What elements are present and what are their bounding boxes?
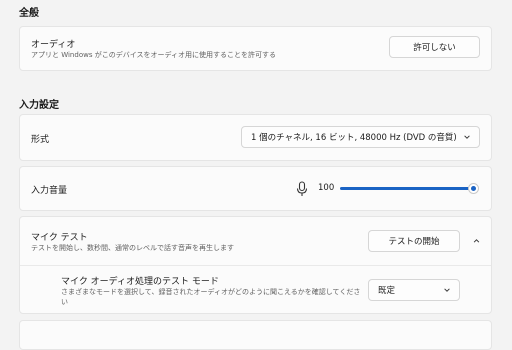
- chevron-up-icon[interactable]: [472, 237, 481, 245]
- volume-slider-track[interactable]: [340, 187, 473, 190]
- general-section-title: 全般: [19, 8, 39, 19]
- chevron-down-icon: [444, 288, 450, 292]
- format-label: 形式: [31, 135, 50, 145]
- mic-test-divider: [20, 265, 491, 266]
- volume-card: 入力音量 100: [19, 166, 492, 211]
- format-select-value: 1 個のチャネル, 16 ビット, 48000 Hz (DVD の音質): [251, 133, 457, 143]
- test-mode-description-line1: さまざまなモードを選択して、録音されたオーディオがどのように聞こえるかを確認して…: [61, 288, 361, 296]
- test-mode-select-value: 既定: [378, 286, 396, 296]
- test-mode-select[interactable]: 既定: [368, 279, 460, 301]
- audio-card: オーディオ アプリと Windows がこのデバイスをオーディオ用に使用すること…: [19, 26, 492, 71]
- mic-test-title: マイク テスト: [31, 233, 88, 243]
- next-card: [19, 320, 492, 350]
- disallow-button[interactable]: 許可しない: [389, 36, 480, 58]
- start-test-button[interactable]: テストの開始: [368, 230, 460, 252]
- audio-title: オーディオ: [31, 40, 76, 50]
- test-mode-description-line2: い: [61, 298, 68, 306]
- volume-label: 入力音量: [31, 186, 68, 196]
- chevron-down-icon: [464, 135, 470, 139]
- input-section-title: 入力設定: [19, 100, 59, 111]
- format-select[interactable]: 1 個のチャネル, 16 ビット, 48000 Hz (DVD の音質): [241, 126, 480, 148]
- format-card: 形式 1 個のチャネル, 16 ビット, 48000 Hz (DVD の音質): [19, 114, 492, 161]
- volume-value: 100: [318, 183, 335, 193]
- mic-test-card: マイク テスト テストを開始し、数秒間、通常のレベルで話す音声を再生します テス…: [19, 216, 492, 314]
- audio-description: アプリと Windows がこのデバイスをオーディオ用に使用することを許可する: [31, 51, 276, 59]
- volume-slider-thumb[interactable]: [468, 183, 479, 194]
- mic-test-description: テストを開始し、数秒間、通常のレベルで話す音声を再生します: [31, 244, 234, 252]
- test-mode-title: マイク オーディオ処理のテスト モード: [61, 277, 219, 287]
- microphone-icon: [296, 181, 308, 196]
